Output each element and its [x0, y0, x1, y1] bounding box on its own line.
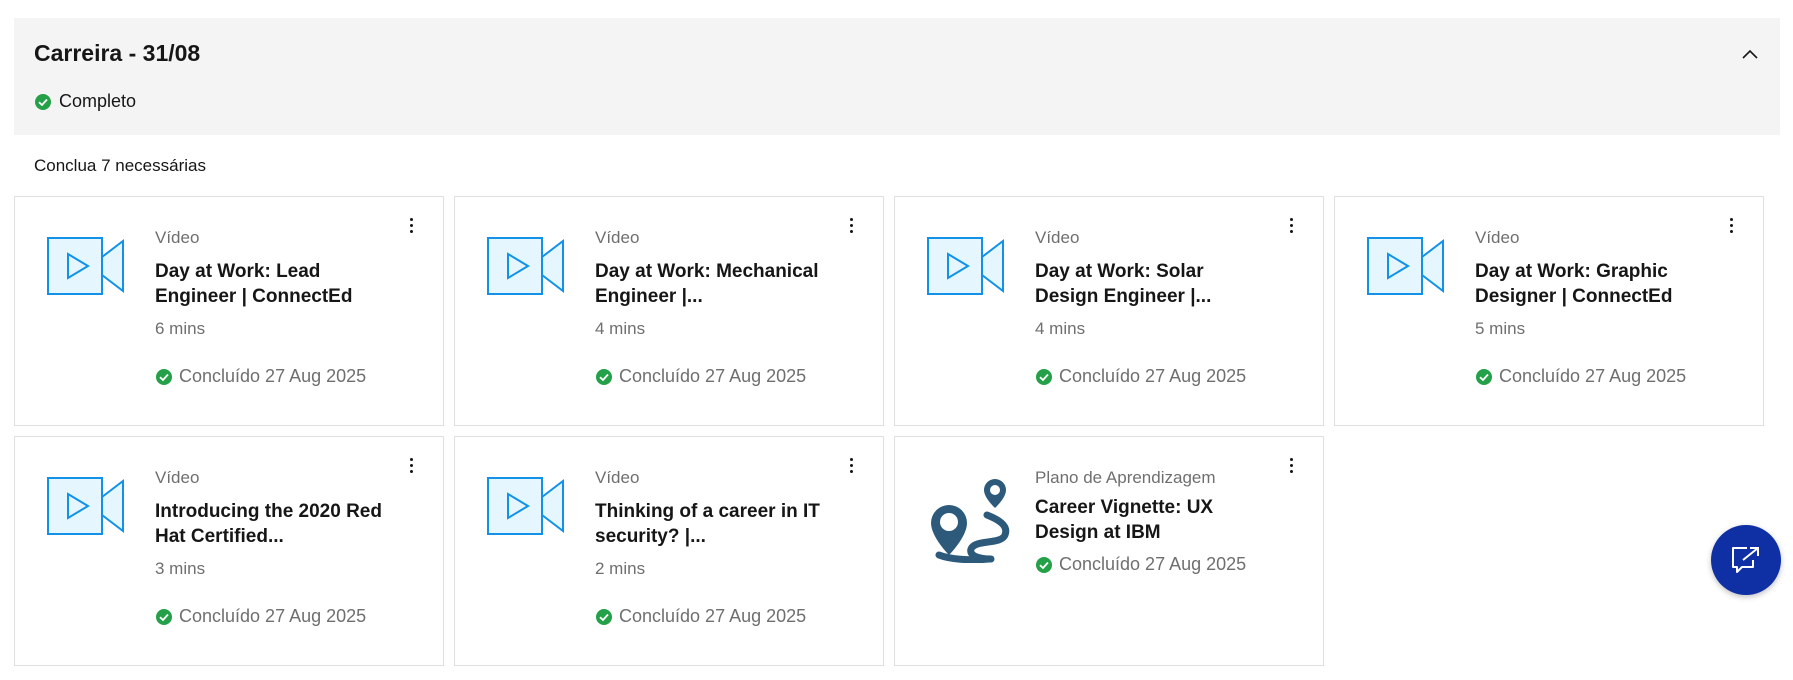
section-status-label: Completo — [59, 91, 137, 111]
video-camera-icon — [1367, 237, 1444, 295]
card-duration: 6 mins — [155, 319, 206, 338]
content-card[interactable]: Vídeo Day at Work: Lead Engineer | Conne… — [14, 196, 444, 426]
check-circle-icon — [156, 608, 172, 625]
completion-status: Concluído 27 Aug 2025 — [155, 606, 390, 627]
card-type: Vídeo — [1475, 228, 1520, 247]
completion-status: Concluído 27 Aug 2025 — [1475, 366, 1710, 387]
completion-status: Concluído 27 Aug 2025 — [1035, 366, 1270, 387]
check-circle-icon — [35, 93, 51, 110]
video-camera-icon — [927, 237, 1004, 295]
content-card[interactable]: Vídeo Introducing the 2020 Red Hat Certi… — [14, 436, 444, 666]
chat-launch-button[interactable] — [1711, 525, 1781, 595]
card-type: Plano de Aprendizagem — [1035, 468, 1216, 487]
overflow-menu-icon[interactable] — [1283, 213, 1299, 237]
card-type: Vídeo — [1035, 228, 1080, 247]
overflow-menu-icon[interactable] — [403, 213, 419, 237]
card-type: Vídeo — [155, 468, 200, 487]
overflow-menu-icon[interactable] — [1723, 213, 1739, 237]
card-type: Vídeo — [595, 468, 640, 487]
content-card[interactable]: Vídeo Thinking of a career in IT securit… — [454, 436, 884, 666]
card-title[interactable]: Day at Work: Lead Engineer | ConnectEd — [155, 259, 390, 309]
overflow-menu-icon[interactable] — [843, 213, 859, 237]
card-title[interactable]: Day at Work: Mechanical Engineer |... — [595, 259, 830, 309]
completion-label: Concluído 27 Aug 2025 — [1059, 554, 1247, 574]
section-title: Carreira - 31/08 — [34, 40, 201, 66]
check-circle-icon — [1036, 368, 1052, 385]
completion-status: Concluído 27 Aug 2025 — [1035, 554, 1270, 575]
chevron-up-icon — [1742, 49, 1758, 59]
card-duration: 4 mins — [1035, 319, 1086, 338]
completion-label: Concluído 27 Aug 2025 — [1059, 366, 1247, 386]
completion-label: Concluído 27 Aug 2025 — [179, 366, 367, 386]
card-duration: 4 mins — [595, 319, 646, 338]
learning-path-map-icon — [931, 479, 1010, 563]
overflow-menu-icon[interactable] — [1283, 453, 1299, 477]
completion-label: Concluído 27 Aug 2025 — [619, 606, 807, 626]
overflow-menu-icon[interactable] — [843, 453, 859, 477]
check-circle-icon — [156, 368, 172, 385]
card-title[interactable]: Introducing the 2020 Red Hat Certified..… — [155, 499, 390, 549]
completion-status: Concluído 27 Aug 2025 — [155, 366, 390, 387]
card-type: Vídeo — [155, 228, 200, 247]
check-circle-icon — [596, 608, 612, 625]
video-camera-icon — [47, 477, 124, 535]
card-duration: 3 mins — [155, 559, 206, 578]
video-camera-icon — [487, 237, 564, 295]
completion-label: Concluído 27 Aug 2025 — [1499, 366, 1687, 386]
card-duration: 2 mins — [595, 559, 646, 578]
collapse-button[interactable] — [1738, 42, 1762, 66]
card-title[interactable]: Career Vignette: UX Design at IBM — [1035, 495, 1270, 545]
check-circle-icon — [1036, 556, 1052, 573]
completion-status: Concluído 27 Aug 2025 — [595, 366, 830, 387]
completion-label: Concluído 27 Aug 2025 — [179, 606, 367, 626]
content-card[interactable]: Vídeo Day at Work: Mechanical Engineer |… — [454, 196, 884, 426]
check-circle-icon — [596, 368, 612, 385]
chat-launch-icon — [1732, 547, 1759, 573]
completion-label: Concluído 27 Aug 2025 — [619, 366, 807, 386]
card-duration: 5 mins — [1475, 319, 1526, 338]
content-card[interactable]: Vídeo Day at Work: Graphic Designer | Co… — [1334, 196, 1764, 426]
requirement-text: Conclua 7 necessárias — [34, 156, 206, 175]
content-card[interactable]: Vídeo Day at Work: Solar Design Engineer… — [894, 196, 1324, 426]
card-title[interactable]: Day at Work: Graphic Designer | ConnectE… — [1475, 259, 1710, 309]
card-title[interactable]: Day at Work: Solar Design Engineer |... — [1035, 259, 1270, 309]
section-status: Completo — [34, 91, 136, 112]
overflow-menu-icon[interactable] — [403, 453, 419, 477]
card-type: Vídeo — [595, 228, 640, 247]
content-card[interactable]: Plano de Aprendizagem Career Vignette: U… — [894, 436, 1324, 666]
video-camera-icon — [47, 237, 124, 295]
completion-status: Concluído 27 Aug 2025 — [595, 606, 830, 627]
card-title[interactable]: Thinking of a career in IT security? |..… — [595, 499, 830, 549]
video-camera-icon — [487, 477, 564, 535]
section-header[interactable]: Carreira - 31/08 Completo — [14, 18, 1780, 135]
check-circle-icon — [1476, 368, 1492, 385]
